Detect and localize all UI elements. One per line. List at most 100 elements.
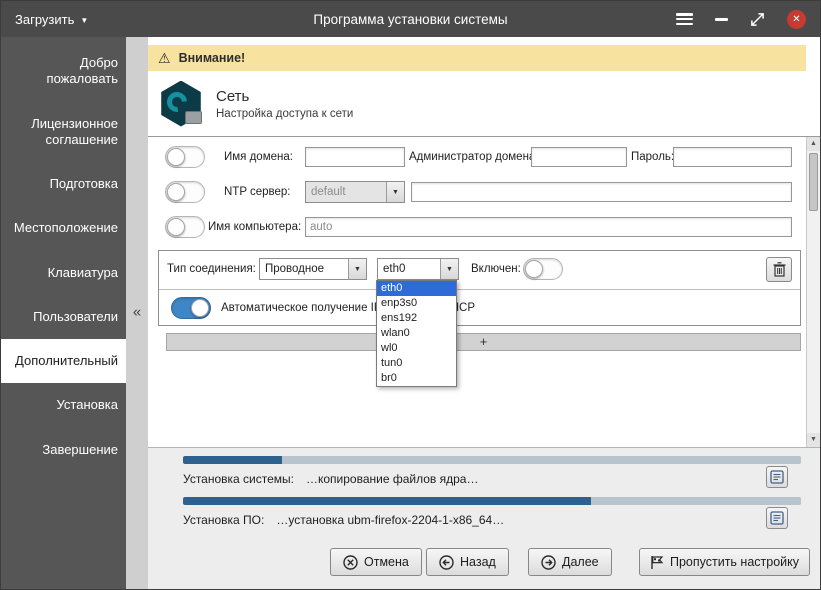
interface-option-wl0[interactable]: wl0 xyxy=(377,341,456,356)
sidebar-item-users[interactable]: Пользователи xyxy=(1,295,126,339)
load-menu-label: Загрузить xyxy=(15,12,74,27)
add-connection-button[interactable]: + xyxy=(166,333,801,351)
system-log-button[interactable] xyxy=(766,466,788,488)
domain-name-input[interactable] xyxy=(305,147,405,167)
skip-setup-button[interactable]: Пропустить настройку xyxy=(639,548,810,576)
page-subtitle: Настройка доступа к сети xyxy=(216,108,353,120)
warning-text: Внимание! xyxy=(179,51,246,65)
installer-logo xyxy=(158,81,204,127)
password-label: Пароль: xyxy=(631,146,674,168)
software-progress-label: Установка ПО: xyxy=(183,513,264,527)
sidebar-item-location[interactable]: Местоположение xyxy=(1,206,126,250)
scroll-up-icon[interactable]: ▲ xyxy=(807,137,820,151)
sidebar-collapse-strip: « xyxy=(126,37,148,589)
interface-combo[interactable]: eth0 ▼ xyxy=(377,258,459,280)
sidebar-item-additional[interactable]: Дополнительный xyxy=(1,339,126,383)
sidebar-item-keyboard[interactable]: Клавиатура xyxy=(1,251,126,295)
system-progress-bar xyxy=(183,456,801,464)
system-progress-status: …копирование файлов ядра… xyxy=(306,472,478,486)
domain-toggle[interactable] xyxy=(165,146,205,168)
next-arrow-icon xyxy=(541,555,556,570)
password-input[interactable] xyxy=(673,147,792,167)
log-icon xyxy=(770,511,784,525)
window-controls: ✕ xyxy=(676,10,820,29)
section-titles: Сеть Настройка доступа к сети xyxy=(216,88,353,120)
caret-down-icon: ▼ xyxy=(80,16,88,25)
installer-window: Загрузить ▼ Программа установки системы … xyxy=(0,0,821,590)
hostname-label: Имя компьютера: xyxy=(208,216,301,238)
close-button[interactable]: ✕ xyxy=(787,10,806,29)
software-progress-status: …установка ubm-firefox-2204-1-x86_64… xyxy=(276,513,504,527)
hostname-input[interactable] xyxy=(305,217,792,237)
cancel-icon xyxy=(343,555,358,570)
software-log-button[interactable] xyxy=(766,507,788,529)
combo-arrow-icon: ▼ xyxy=(386,182,404,202)
hostname-toggle[interactable] xyxy=(165,216,205,238)
domain-name-label: Имя домена: xyxy=(224,146,293,168)
next-button[interactable]: Далее xyxy=(528,548,612,576)
action-buttons-row: Отмена Назад Далее xyxy=(148,548,820,578)
flag-icon xyxy=(650,555,664,570)
domain-admin-label: Администратор домена: xyxy=(409,146,539,168)
section-header: Сеть Настройка доступа к сети xyxy=(148,71,820,137)
ntp-toggle[interactable] xyxy=(165,181,205,203)
system-progress-row: Установка системы: …копирование файлов я… xyxy=(183,470,478,488)
network-settings-form: Имя домена: Администратор домена: Пароль… xyxy=(148,137,820,447)
interface-dropdown-list: eth0 enp3s0 ens192 wlan0 wl0 tun0 br0 xyxy=(376,280,457,387)
interface-option-wlan0[interactable]: wlan0 xyxy=(377,326,456,341)
dhcp-toggle[interactable] xyxy=(171,297,211,319)
interface-option-br0[interactable]: br0 xyxy=(377,371,456,386)
app-body: Добро пожаловать Лицензионное соглашение… xyxy=(1,37,820,589)
sidebar-item-installation[interactable]: Установка xyxy=(1,383,126,427)
skip-label: Пропустить настройку xyxy=(670,555,799,569)
load-menu-button[interactable]: Загрузить ▼ xyxy=(1,1,102,37)
titlebar: Загрузить ▼ Программа установки системы … xyxy=(1,1,820,37)
sidebar-item-license[interactable]: Лицензионное соглашение xyxy=(1,102,126,163)
combo-arrow-icon: ▼ xyxy=(348,259,366,279)
interface-option-ens192[interactable]: ens192 xyxy=(377,311,456,326)
page-title: Сеть xyxy=(216,88,353,105)
connection-type-label: Тип соединения: xyxy=(167,258,256,280)
form-scrollbar[interactable]: ▲ ▼ xyxy=(806,137,820,447)
sidebar-item-finish[interactable]: Завершение xyxy=(1,428,126,472)
trash-icon xyxy=(773,262,786,277)
interface-enabled-toggle[interactable] xyxy=(523,258,563,280)
sidebar-steps: Добро пожаловать Лицензионное соглашение… xyxy=(1,37,126,589)
sidebar-item-welcome[interactable]: Добро пожаловать xyxy=(1,41,126,102)
log-icon xyxy=(770,470,784,484)
connection-type-value: Проводное xyxy=(260,259,348,279)
connection-type-combo[interactable]: Проводное ▼ xyxy=(259,258,367,280)
footer-panel: Установка системы: …копирование файлов я… xyxy=(148,447,820,589)
next-label: Далее xyxy=(562,555,599,569)
warning-icon: ⚠ xyxy=(158,50,171,67)
interface-option-eth0[interactable]: eth0 xyxy=(377,281,456,296)
interface-option-enp3s0[interactable]: enp3s0 xyxy=(377,296,456,311)
software-progress-bar xyxy=(183,497,801,505)
cancel-label: Отмена xyxy=(364,555,409,569)
enabled-label: Включен: xyxy=(471,258,521,280)
domain-admin-input[interactable] xyxy=(531,147,627,167)
ntp-server-combo[interactable]: default ▼ xyxy=(305,181,405,203)
ntp-server-label: NTP сервер: xyxy=(224,181,291,203)
scrollbar-thumb[interactable] xyxy=(809,153,818,211)
fullscreen-button[interactable] xyxy=(750,12,765,27)
collapse-sidebar-icon[interactable]: « xyxy=(126,304,148,321)
warning-banner: ⚠ Внимание! xyxy=(148,45,806,71)
software-progress-row: Установка ПО: …установка ubm-firefox-220… xyxy=(183,511,504,529)
connection-group-box: Тип соединения: Проводное ▼ eth0 ▼ Включ… xyxy=(158,250,801,326)
back-button[interactable]: Назад xyxy=(426,548,509,576)
main-panel: ⚠ Внимание! Сеть Настройка доступа к сет… xyxy=(148,37,820,589)
cancel-button[interactable]: Отмена xyxy=(330,548,422,576)
minimize-button[interactable] xyxy=(715,18,728,21)
ntp-custom-input[interactable] xyxy=(411,182,792,202)
sidebar-item-preparation[interactable]: Подготовка xyxy=(1,162,126,206)
ntp-server-value: default xyxy=(306,182,386,202)
back-label: Назад xyxy=(460,555,496,569)
interface-option-tun0[interactable]: tun0 xyxy=(377,356,456,371)
combo-arrow-icon: ▼ xyxy=(440,259,458,279)
scroll-down-icon[interactable]: ▼ xyxy=(807,433,820,447)
menu-icon[interactable] xyxy=(676,13,693,25)
interface-value: eth0 xyxy=(378,259,440,279)
delete-connection-button[interactable] xyxy=(766,257,792,282)
system-progress-label: Установка системы: xyxy=(183,472,294,486)
